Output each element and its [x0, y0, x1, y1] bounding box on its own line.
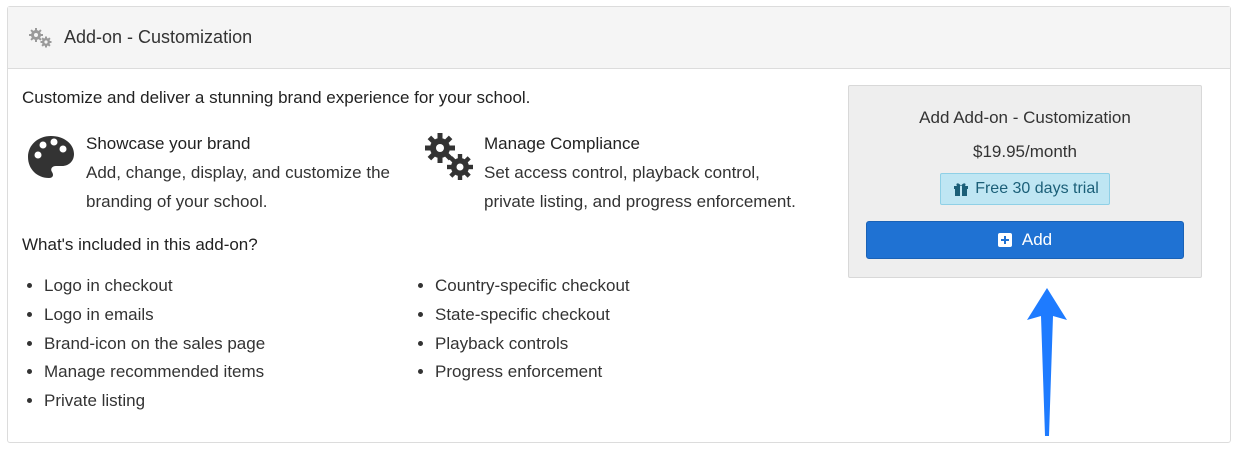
list-item: Playback controls	[435, 330, 630, 359]
feature-desc-line: branding of your school.	[86, 192, 268, 211]
plus-square-icon	[997, 233, 1012, 247]
list-item: Manage recommended items	[44, 358, 265, 387]
purchase-title: Add Add-on - Customization	[919, 108, 1131, 127]
intro-text: Customize and deliver a stunning brand e…	[22, 88, 531, 107]
list-item: Logo in checkout	[44, 272, 265, 301]
list-item: Logo in emails	[44, 301, 265, 330]
add-button[interactable]: Add	[866, 221, 1184, 259]
gears-icon	[29, 27, 52, 47]
feature-manage-compliance: Manage Compliance Set access control, pl…	[422, 130, 832, 216]
add-button-label: Add	[1021, 230, 1053, 249]
gears-icon	[425, 133, 473, 180]
panel-title: Add-on - Customization	[64, 27, 253, 47]
feature-desc-line: Add, change, display, and customize the	[86, 163, 390, 182]
list-item: State-specific checkout	[435, 301, 630, 330]
included-list-left: Logo in checkout Logo in emails Brand-ic…	[22, 272, 265, 416]
feature-title: Manage Compliance	[484, 134, 640, 153]
list-item: Brand-icon on the sales page	[44, 330, 265, 359]
included-list-right: Country-specific checkout State-specific…	[413, 272, 630, 387]
panel-header: Add-on - Customization	[8, 7, 1230, 69]
feature-title: Showcase your brand	[86, 134, 251, 153]
feature-showcase-brand: Showcase your brand Add, change, display…	[24, 130, 414, 216]
price-label: $19.95/month	[973, 142, 1077, 161]
feature-desc-line: Set access control, playback control,	[484, 163, 760, 182]
feature-desc-line: private listing, and progress enforcemen…	[484, 192, 796, 211]
included-heading: What's included in this add-on?	[22, 235, 258, 254]
list-item: Progress enforcement	[435, 358, 630, 387]
gift-icon	[954, 183, 969, 196]
trial-badge: Free 30 days trial	[940, 173, 1110, 205]
annotation-arrow	[1027, 288, 1067, 436]
trial-label: Free 30 days trial	[975, 180, 1099, 197]
list-item: Country-specific checkout	[435, 272, 630, 301]
palette-icon	[28, 136, 74, 178]
list-item: Private listing	[44, 387, 265, 416]
purchase-box: Add Add-on - Customization $19.95/month …	[848, 85, 1202, 278]
